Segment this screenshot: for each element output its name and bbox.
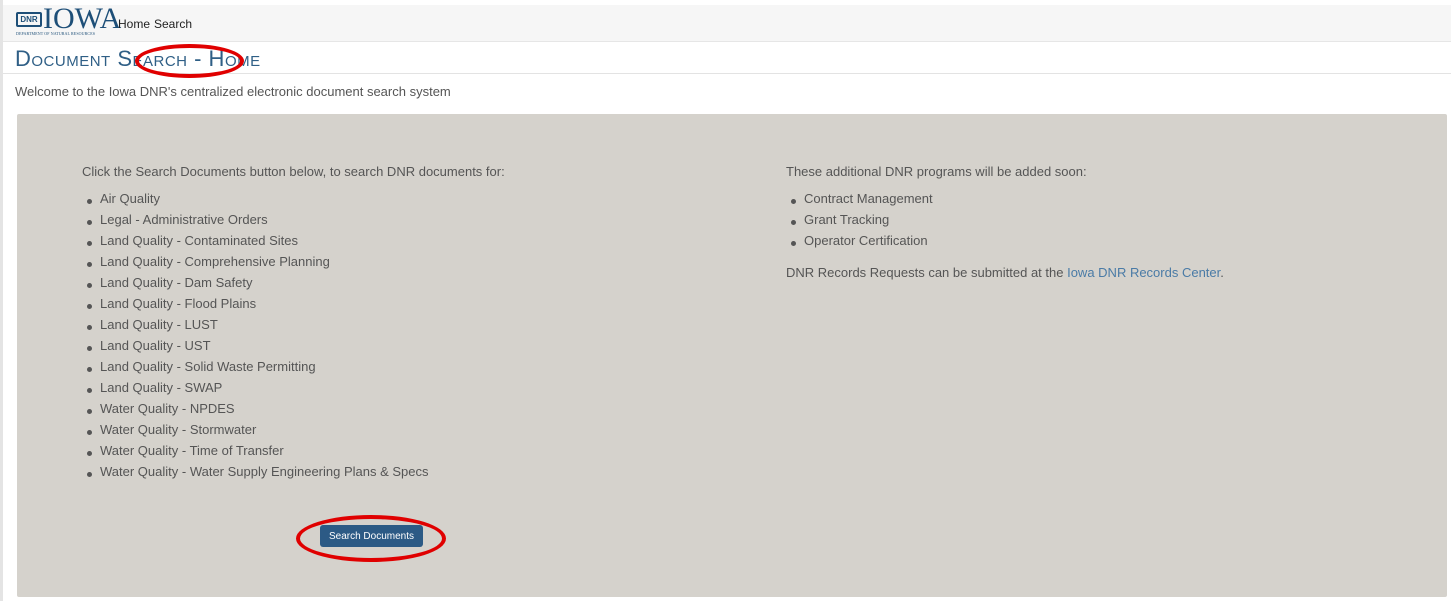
welcome-text: Welcome to the Iowa DNR's centralized el… [15, 84, 451, 99]
records-center-link[interactable]: Iowa DNR Records Center [1067, 265, 1220, 280]
list-item: Land Quality - Contaminated Sites [82, 233, 722, 254]
nav-search-link[interactable]: Search [154, 17, 192, 31]
records-suffix: . [1220, 265, 1224, 280]
logo-subtitle: DEPARTMENT OF NATURAL RESOURCES [16, 31, 96, 36]
list-item: Land Quality - LUST [82, 317, 722, 338]
list-item: Water Quality - Water Supply Engineering… [82, 464, 722, 485]
list-item: Legal - Administrative Orders [82, 212, 722, 233]
search-programs-intro: Click the Search Documents button below,… [82, 164, 505, 179]
list-item: Land Quality - Dam Safety [82, 275, 722, 296]
nav-home-link[interactable]: Home [118, 17, 150, 31]
list-item: Land Quality - UST [82, 338, 722, 359]
list-item: Contract Management [786, 191, 1426, 212]
list-item: Air Quality [82, 191, 722, 212]
search-programs-list: Air Quality Legal - Administrative Order… [82, 191, 722, 485]
list-item: Land Quality - Solid Waste Permitting [82, 359, 722, 380]
upcoming-programs-column: These additional DNR programs will be ad… [786, 164, 1426, 280]
upcoming-programs-intro: These additional DNR programs will be ad… [786, 164, 1087, 179]
list-item: Water Quality - Time of Transfer [82, 443, 722, 464]
search-programs-column: Click the Search Documents button below,… [82, 164, 722, 485]
left-edge-strip [0, 0, 3, 601]
iowa-dnr-logo[interactable]: DNR IOWA DEPARTMENT OF NATURAL RESOURCES [16, 2, 121, 39]
records-prefix: DNR Records Requests can be submitted at… [786, 265, 1068, 280]
list-item: Land Quality - Comprehensive Planning [82, 254, 722, 275]
records-request-text: DNR Records Requests can be submitted at… [786, 265, 1426, 280]
upcoming-programs-list: Contract Management Grant Tracking Opera… [786, 191, 1426, 254]
search-documents-button[interactable]: Search Documents [320, 525, 423, 547]
list-item: Land Quality - Flood Plains [82, 296, 722, 317]
content-panel: Click the Search Documents button below,… [17, 114, 1447, 597]
list-item: Land Quality - SWAP [82, 380, 722, 401]
dnr-seal-icon: DNR [16, 12, 42, 27]
list-item: Operator Certification [786, 233, 1426, 254]
page-title: Document Search - Home [15, 46, 261, 71]
list-item: Water Quality - Stormwater [82, 422, 722, 443]
title-divider [3, 73, 1451, 74]
list-item: Grant Tracking [786, 212, 1426, 233]
list-item: Water Quality - NPDES [82, 401, 722, 422]
navbar: DNR IOWA DEPARTMENT OF NATURAL RESOURCES… [3, 2, 1451, 42]
